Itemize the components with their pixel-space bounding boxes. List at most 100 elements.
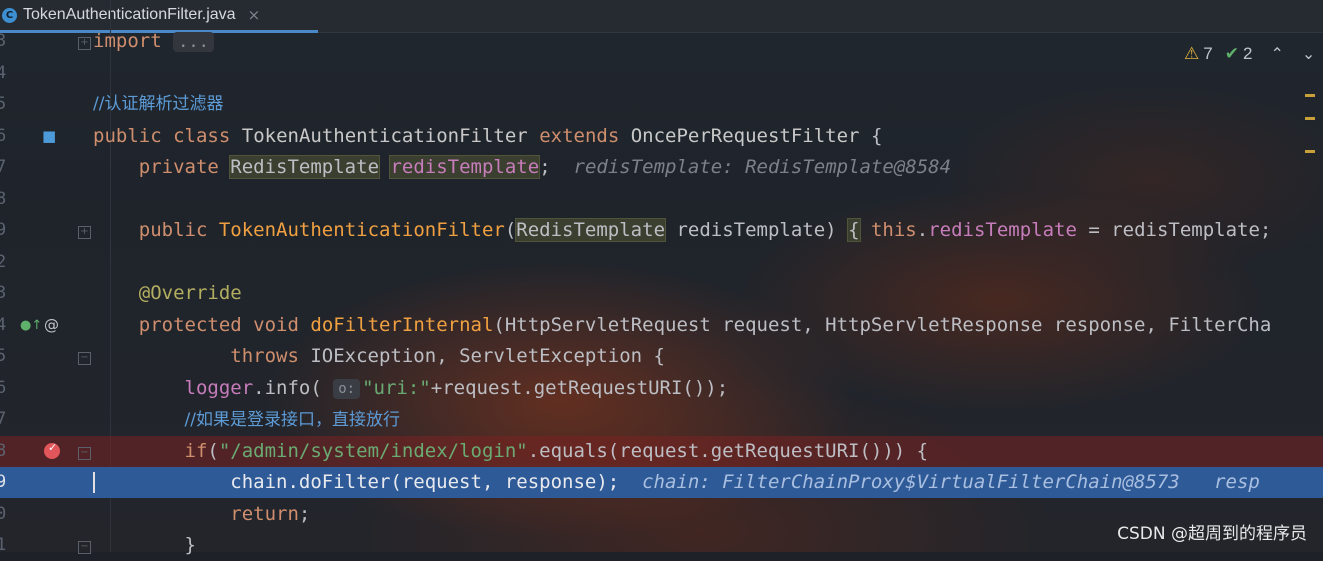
java-class-icon: C	[2, 7, 17, 23]
override-icon[interactable]: ●↑	[20, 310, 42, 341]
code-line-execution-point[interactable]: 9 chain.doFilter(request, response); cha…	[0, 467, 1323, 498]
code-line[interactable]: 4	[0, 58, 1323, 89]
line-number: 4	[0, 315, 7, 335]
keyword: import	[93, 30, 162, 52]
statement: +request.getRequestURI());	[430, 377, 729, 399]
line-number: 0	[0, 504, 7, 524]
field-name: redisTemplate	[389, 155, 541, 179]
type-name: RedisTemplate	[229, 155, 381, 179]
constructor-name: TokenAuthenticationFilter	[218, 219, 505, 241]
line-number: 8	[0, 189, 7, 209]
fold-icon[interactable]: −	[78, 447, 91, 460]
paren: (	[504, 219, 517, 241]
at-icon[interactable]: @	[44, 310, 59, 341]
line-number: 7	[0, 409, 7, 429]
param-hint: o:	[333, 378, 361, 399]
code-line[interactable]: 2	[0, 247, 1323, 278]
keyword: this	[870, 219, 917, 241]
fold-icon[interactable]: −	[78, 541, 91, 554]
class-name: TokenAuthenticationFilter	[241, 125, 528, 147]
code-line[interactable]: 5 − throws IOException, ServletException…	[0, 341, 1323, 372]
params: (HttpServletRequest request, HttpServlet…	[493, 314, 1272, 336]
code-line[interactable]: 7 //如果是登录接口，直接放行	[0, 404, 1323, 435]
tab-title: TokenAuthenticationFilter.java	[23, 6, 236, 23]
statement: chain.doFilter(request, response);	[230, 471, 620, 493]
line-number: 1	[0, 535, 7, 555]
keyword: if	[184, 440, 208, 462]
fold-icon[interactable]: +	[78, 37, 91, 50]
code-line[interactable]: 7 private RedisTemplate redisTemplate; r…	[0, 152, 1323, 183]
breakpoint-icon[interactable]	[44, 441, 60, 459]
debug-value-hint: redisTemplate: RedisTemplate@8584	[573, 156, 952, 178]
line-number: 8	[0, 441, 7, 461]
keyword: return	[230, 503, 299, 525]
line-number: 7	[0, 157, 7, 177]
chevron-up-icon[interactable]: ⌃	[1270, 44, 1283, 64]
field-name: redisTemplate	[928, 219, 1077, 241]
annotation: @Override	[138, 282, 242, 304]
scrollbar-marker[interactable]	[1305, 94, 1315, 97]
paren: (	[207, 440, 219, 462]
code-line[interactable]: 3 @Override	[0, 278, 1323, 309]
debug-value-hint: chain: FilterChainProxy$VirtualFilterCha…	[642, 471, 1180, 493]
watermark: CSDN @超周到的程序员	[1117, 524, 1307, 544]
keyword: class	[173, 125, 231, 147]
comment: //如果是登录接口，直接放行	[184, 410, 400, 430]
parent-class: OncePerRequestFilter	[630, 125, 860, 147]
code-line[interactable]: 8	[0, 184, 1323, 215]
brace: {	[870, 125, 883, 147]
code-line[interactable]: 6 logger.info( o: "uri:"+request.getReque…	[0, 373, 1323, 404]
keyword: extends	[539, 125, 620, 147]
warning-icon: ⚠	[1184, 44, 1200, 63]
statement: = redisTemplate;	[1076, 219, 1272, 241]
line-number: 4	[0, 63, 7, 83]
line-number: 2	[0, 252, 7, 272]
brace: {	[847, 218, 861, 242]
code-line[interactable]: 3 + import ...	[0, 26, 1323, 57]
chevron-down-icon[interactable]: ⌄	[1302, 44, 1315, 64]
fold-icon[interactable]: +	[78, 226, 91, 239]
keyword: public	[93, 125, 162, 147]
keyword: public	[138, 219, 208, 241]
folded-imports[interactable]: ...	[173, 31, 214, 52]
keyword: protected	[138, 314, 242, 336]
line-number: 3	[0, 283, 7, 303]
keyword: void	[253, 314, 299, 336]
line-number: 3	[0, 31, 7, 51]
implemented-icon[interactable]: ■	[42, 121, 56, 152]
semicolon: ;	[539, 156, 551, 178]
code-line[interactable]: 6 ■ public class TokenAuthenticationFilt…	[0, 121, 1323, 152]
line-number: 5	[0, 94, 7, 114]
line-number: 6	[0, 378, 7, 398]
keyword: private	[138, 156, 219, 178]
string-literal: "/admin/system/index/login"	[218, 440, 528, 462]
string-literal: "uri:"	[362, 377, 431, 399]
scrollbar-marker[interactable]	[1305, 150, 1315, 153]
method-name: doFilterInternal	[310, 314, 494, 336]
keyword: throws	[230, 345, 299, 367]
debug-value-hint: resp	[1214, 471, 1260, 493]
method-call: .info(	[253, 377, 322, 399]
check-icon: ✔	[1224, 44, 1239, 63]
line-number: 6	[0, 126, 7, 146]
statement: .equals(request.getRequestURI())) {	[527, 440, 929, 462]
type-name: RedisTemplate	[515, 218, 667, 242]
code-line[interactable]: 5 //认证解析过滤器	[0, 89, 1323, 120]
warning-count[interactable]: 7	[1203, 44, 1212, 64]
line-number: 9	[0, 220, 7, 240]
dot: .	[916, 219, 929, 241]
passed-count[interactable]: 2	[1243, 44, 1252, 64]
code-line-breakpoint[interactable]: 8 − if("/admin/system/index/login".equal…	[0, 436, 1323, 467]
scrollbar-marker[interactable]	[1305, 117, 1315, 120]
fold-icon[interactable]: −	[78, 352, 91, 365]
param: redisTemplate)	[665, 219, 837, 241]
line-number: 5	[0, 346, 7, 366]
code-line[interactable]: 9 + public TokenAuthenticationFilter(Red…	[0, 215, 1323, 246]
code-line[interactable]: 4 ●↑ @ protected void doFilterInternal(H…	[0, 310, 1323, 341]
comment: //认证解析过滤器	[93, 94, 224, 114]
close-icon[interactable]: ×	[248, 6, 261, 24]
semicolon: ;	[298, 503, 311, 525]
exceptions: IOException, ServletException {	[298, 345, 665, 367]
brace: }	[184, 534, 196, 556]
inspection-widget[interactable]: ⚠ 7 ✔ 2 ⌃ ⌄	[1184, 44, 1319, 64]
